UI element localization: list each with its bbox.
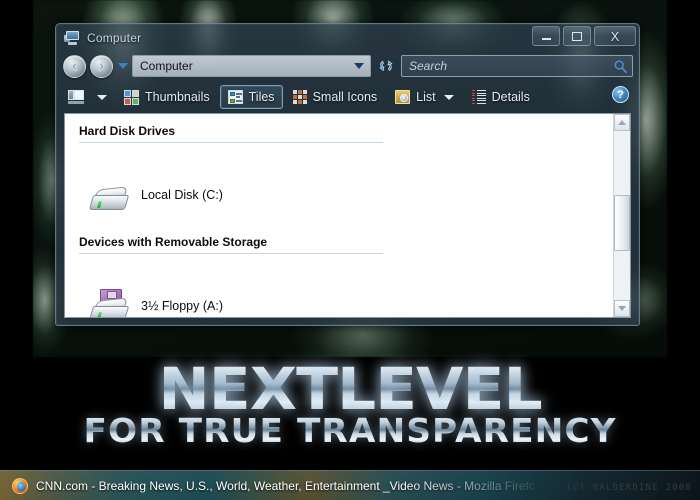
details-icon xyxy=(471,90,486,104)
group-header: Hard Disk Drives xyxy=(79,124,176,138)
forward-arrow-icon xyxy=(99,61,105,71)
minimize-icon xyxy=(541,38,551,40)
refresh-button[interactable] xyxy=(375,58,397,74)
scroll-up-button[interactable] xyxy=(614,114,630,131)
desktop: Computer X Computer Search Thumbnails Ti… xyxy=(0,0,700,500)
view-label: Details xyxy=(491,90,530,104)
search-input[interactable]: Search xyxy=(401,55,633,77)
layout-pane-button[interactable] xyxy=(65,85,88,109)
address-value: Computer xyxy=(140,59,193,73)
taskbar-button-label: CNN.com - Breaking News, U.S., World, We… xyxy=(36,478,534,493)
list-icon xyxy=(395,90,411,104)
thumbnails-icon xyxy=(124,89,139,105)
group-header: Devices with Removable Storage xyxy=(79,235,268,249)
list-item[interactable]: 3½ Floppy (A:) xyxy=(79,280,613,317)
explorer-window: Computer X Computer Search Thumbnails Ti… xyxy=(55,23,640,326)
maximize-button[interactable] xyxy=(563,26,591,46)
address-dropdown-button[interactable] xyxy=(352,63,366,69)
taskbar: CNN.com - Breaking News, U.S., World, We… xyxy=(0,470,700,500)
view-label: Thumbnails xyxy=(145,90,210,104)
window-titlebar[interactable]: Computer X xyxy=(56,24,639,51)
file-group: Devices with Removable Storage 3½ Floppy… xyxy=(79,235,613,317)
search-placeholder: Search xyxy=(409,59,448,73)
list-item-label: Local Disk (C:) xyxy=(141,188,223,202)
help-button[interactable]: ? xyxy=(612,86,629,103)
view-button-list[interactable]: List xyxy=(387,85,461,109)
address-bar-row: Computer Search xyxy=(56,51,639,81)
scroll-up-icon xyxy=(618,120,626,125)
view-button-small-icons[interactable]: Small Icons xyxy=(285,85,386,109)
floppy-drive-icon xyxy=(88,289,130,317)
brand-subtitle: FOR TRUE TRANSPARENCY xyxy=(0,414,700,447)
firefox-icon xyxy=(12,477,28,494)
view-label: Tiles xyxy=(248,90,275,104)
close-button[interactable]: X xyxy=(594,26,636,46)
file-group: Hard Disk Drives Local Disk (C:) xyxy=(79,124,613,221)
chevron-down-icon xyxy=(443,94,454,100)
view-toolbar: Thumbnails Tiles Small Icons List Detail… xyxy=(56,81,639,113)
branding: NEXTLEVEL FOR TRUE TRANSPARENCY xyxy=(0,360,700,447)
minimize-button[interactable] xyxy=(532,26,560,46)
copyright-text: (C) BALDERDINE 2008 xyxy=(566,483,692,493)
chevron-down-icon xyxy=(117,63,128,69)
scroll-down-button[interactable] xyxy=(614,300,630,317)
view-button-tiles[interactable]: Tiles xyxy=(219,85,283,109)
search-icon xyxy=(614,59,627,73)
back-arrow-icon xyxy=(71,61,77,71)
chevron-down-icon xyxy=(97,94,107,100)
view-label: List xyxy=(416,90,436,104)
maximize-icon xyxy=(572,31,582,41)
taskbar-button-firefox[interactable]: CNN.com - Breaking News, U.S., World, We… xyxy=(4,474,544,498)
tiles-icon xyxy=(227,90,243,104)
forward-button[interactable] xyxy=(90,54,113,78)
computer-icon xyxy=(64,30,80,45)
small-icons-icon xyxy=(292,90,307,104)
layout-pane-icon xyxy=(68,90,84,104)
list-item-label: 3½ Floppy (A:) xyxy=(141,299,223,313)
scrollbar-thumb[interactable] xyxy=(614,195,630,251)
layout-dropdown-button[interactable] xyxy=(90,85,114,109)
vertical-scrollbar[interactable] xyxy=(613,114,630,317)
back-button[interactable] xyxy=(63,54,86,78)
file-list-pane: Hard Disk Drives Local Disk (C:) Devices… xyxy=(64,113,631,318)
refresh-icon xyxy=(379,60,393,72)
address-input[interactable]: Computer xyxy=(132,55,371,77)
hard-drive-icon xyxy=(88,178,130,212)
brand-title: NEXTLEVEL xyxy=(0,360,700,418)
history-dropdown-button[interactable] xyxy=(117,63,128,69)
chevron-down-icon xyxy=(354,63,364,69)
view-label: Small Icons xyxy=(312,90,378,104)
scrollbar-track[interactable] xyxy=(614,131,630,300)
view-button-details[interactable]: Details xyxy=(464,85,538,109)
window-controls: X xyxy=(532,26,636,46)
scroll-down-icon xyxy=(618,306,626,311)
window-title: Computer xyxy=(87,30,142,45)
list-item[interactable]: Local Disk (C:) xyxy=(79,169,613,221)
view-button-thumbnails[interactable]: Thumbnails xyxy=(116,85,218,109)
file-list: Hard Disk Drives Local Disk (C:) Devices… xyxy=(65,114,613,317)
